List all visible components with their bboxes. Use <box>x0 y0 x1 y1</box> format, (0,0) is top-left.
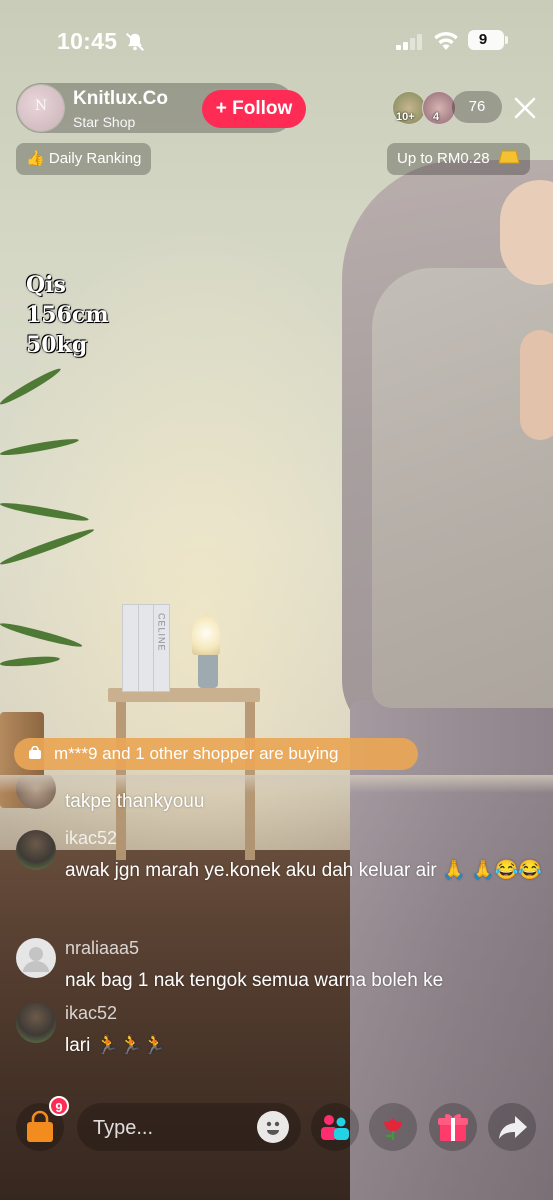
model-name: Qis <box>26 272 66 298</box>
rose-icon <box>384 1118 402 1140</box>
default-avatar-icon <box>23 947 49 972</box>
status-bar: 10:45 9 <box>0 0 553 82</box>
lamp-base <box>198 652 218 688</box>
wifi-icon <box>434 31 458 50</box>
shopping-bag-icon <box>29 746 41 759</box>
gift-icon <box>438 1114 468 1141</box>
share-button[interactable] <box>488 1103 536 1151</box>
cart-count-badge: 9 <box>49 1096 69 1116</box>
emoji-button[interactable] <box>257 1111 289 1143</box>
comment-username[interactable]: ikac52 <box>65 1003 117 1024</box>
viewer-rank-badge: 4 <box>433 111 440 123</box>
cellular-signal-icon <box>396 34 426 50</box>
gold-bar-icon <box>498 150 520 164</box>
book-label: CELINE <box>156 613 167 652</box>
model-info-caption: Qis 156cm 50kg <box>26 270 109 360</box>
model-face <box>500 180 553 285</box>
battery-icon: 9 <box>468 30 508 50</box>
comment-input-box[interactable] <box>77 1103 301 1151</box>
comment-feed[interactable]: takpe thankyouu ikac52 awak jgn marah ye… <box>0 775 553 1085</box>
emoji-icon <box>266 1121 280 1135</box>
share-arrow-icon <box>499 1116 527 1139</box>
viewer-count[interactable]: 76 <box>452 91 502 123</box>
comment-text: nak bag 1 nak tengok semua warna boleh k… <box>65 970 444 991</box>
comment-text: lari 🏃🏃🏃 <box>65 1035 167 1056</box>
multi-guest-button[interactable] <box>311 1103 359 1151</box>
battery-level: 9 <box>478 31 488 48</box>
comment-username[interactable]: ikac52 <box>65 828 117 849</box>
lamp <box>192 615 220 655</box>
model-height: 156cm <box>26 302 109 328</box>
comment-text: awak jgn marah ye.konek aku dah keluar a… <box>65 860 542 881</box>
viewer-rank-badge: 10+ <box>396 111 415 123</box>
people-icon <box>321 1115 349 1140</box>
comment-username[interactable]: nraliaaa5 <box>65 938 139 959</box>
host-avatar-text: N <box>34 98 48 114</box>
comment-avatar[interactable] <box>16 938 56 978</box>
rose-gift-button[interactable] <box>369 1103 417 1151</box>
host-name[interactable]: Knitlux.Co <box>73 88 168 110</box>
reward-pill[interactable]: Up to RM0.28 <box>387 143 530 175</box>
bell-muted-icon <box>126 33 144 51</box>
thumbs-up-icon: 👍 <box>26 150 45 167</box>
close-icon[interactable] <box>513 96 537 120</box>
book <box>122 604 139 692</box>
host-avatar[interactable]: N <box>18 85 64 131</box>
book: CELINE <box>153 604 170 692</box>
model-weight: 50kg <box>26 332 88 358</box>
shopper-activity-text: m***9 and 1 other shopper are buying <box>54 744 339 763</box>
model-hand <box>520 330 553 440</box>
shopper-activity-banner: m***9 and 1 other shopper are buying <box>14 738 418 770</box>
status-time: 10:45 <box>57 28 118 54</box>
follow-button[interactable]: + Follow <box>202 90 306 128</box>
daily-ranking-pill[interactable]: 👍 Daily Ranking <box>16 143 152 175</box>
host-card[interactable]: N Knitlux.Co Star Shop + Follow <box>16 83 306 133</box>
comment-avatar[interactable] <box>16 1003 56 1043</box>
comment-fade <box>0 775 553 793</box>
reward-label: Up to RM0.28 <box>397 150 490 167</box>
gift-button[interactable] <box>429 1103 477 1151</box>
comment-input[interactable] <box>91 1109 245 1147</box>
daily-ranking-label: Daily Ranking <box>48 150 142 167</box>
viewer-list[interactable]: 10+ 4 76 <box>392 91 504 125</box>
host-subtitle: Star Shop <box>73 114 136 130</box>
comment-avatar[interactable] <box>16 830 56 870</box>
